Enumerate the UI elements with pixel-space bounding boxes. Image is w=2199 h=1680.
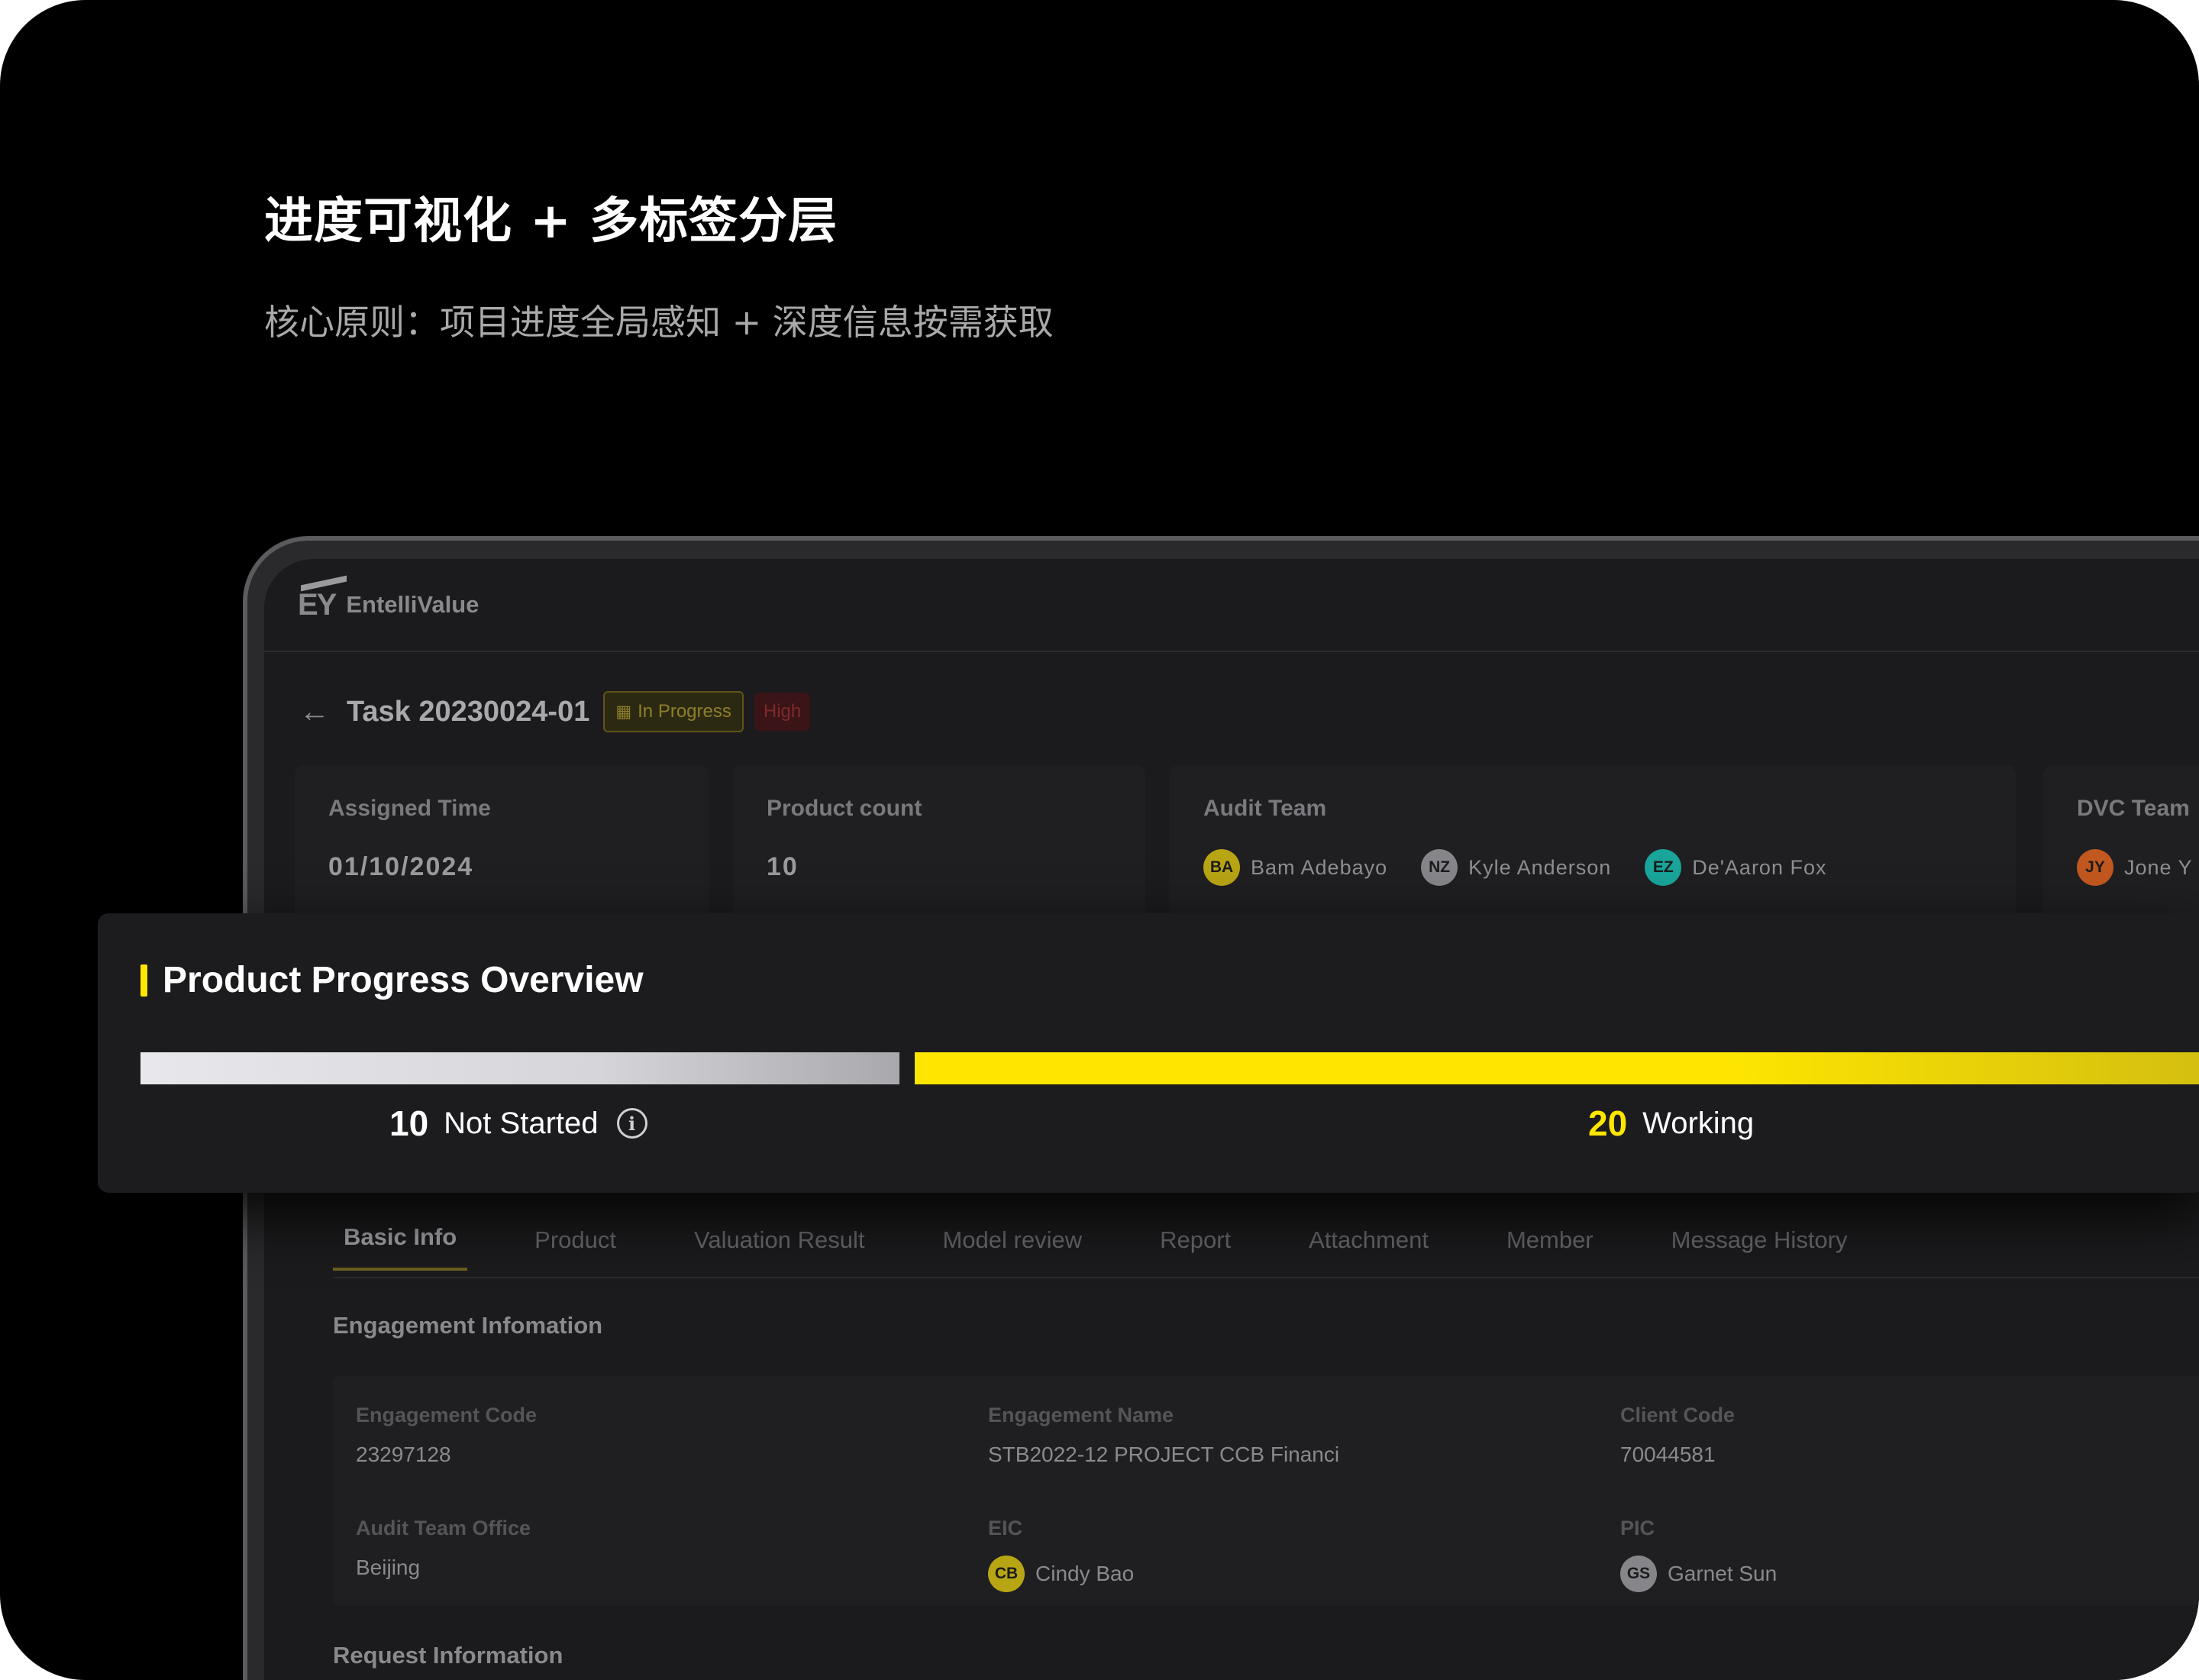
info-icon[interactable]: i	[616, 1108, 647, 1139]
field-label: Audit Team Office	[356, 1517, 531, 1539]
field-value: STB2022-12 PROJECT CCB Financi	[988, 1443, 1340, 1466]
tab-member[interactable]: Member	[1496, 1226, 1604, 1271]
field-value: 70044581	[1620, 1443, 1716, 1466]
tab-attachment[interactable]: Attachment	[1298, 1226, 1439, 1271]
field-label: Engagement Code	[356, 1404, 538, 1426]
tab-model-review[interactable]: Model review	[932, 1226, 1093, 1271]
assigned-time-value: 01/10/2024	[328, 852, 474, 881]
team-member[interactable]: BA Bam Adebayo	[1203, 849, 1387, 886]
tab-valuation-result[interactable]: Valuation Result	[683, 1226, 875, 1271]
task-header: ← Task 20230024-01 ▦ In Progress High	[299, 689, 811, 735]
back-arrow-icon[interactable]: ←	[299, 695, 330, 729]
hero-subtitle: 核心原则：项目进度全局感知 + 深度信息按需获取	[264, 302, 1054, 343]
tab-product[interactable]: Product	[524, 1226, 627, 1271]
tab-message-history[interactable]: Message History	[1661, 1226, 1858, 1271]
task-title: Task 20230024-01	[347, 695, 590, 728]
client-code-field: Client Code 70044581	[1620, 1404, 1735, 1467]
eic-person[interactable]: CB Cindy Bao	[988, 1556, 1134, 1592]
calendar-icon: ▦	[615, 702, 632, 721]
progress-header: Product Progress Overview	[140, 959, 644, 1001]
working-legend: 20 Working	[1588, 1103, 1754, 1144]
priority-badge: High	[754, 693, 811, 731]
field-label: Engagement Name	[988, 1404, 1174, 1426]
engagement-section-title: Engagement Infomation	[333, 1312, 603, 1339]
avatar: NZ	[1421, 849, 1458, 886]
presentation-canvas: 进度可视化 + 多标签分层 核心原则：项目进度全局感知 + 深度信息按需获取 E…	[0, 0, 2199, 1680]
not-started-label: Not Started	[444, 1106, 599, 1140]
dvc-team-members: JY Jone Y	[2077, 849, 2199, 886]
working-count: 20	[1588, 1103, 1628, 1143]
member-name: Bam Adebayo	[1251, 855, 1388, 879]
field-label: EIC	[988, 1517, 1023, 1539]
app-name: EntelliValue	[346, 591, 480, 618]
avatar: EZ	[1645, 849, 1682, 886]
top-bar: EY EntelliValue	[264, 559, 2199, 652]
field-label: Client Code	[1620, 1404, 1736, 1426]
tab-basic-info[interactable]: Basic Info	[333, 1223, 468, 1271]
field-value: Beijing	[356, 1556, 421, 1579]
pic-field: PIC GS Garnet Sun	[1620, 1517, 1777, 1592]
working-label: Working	[1642, 1106, 1755, 1140]
product-count-value: 10	[767, 852, 799, 881]
title-accent-bar	[140, 964, 147, 997]
avatar: CB	[988, 1556, 1025, 1592]
engagement-info-block: Engagement Code 23297128 Engagement Name…	[333, 1376, 2199, 1605]
tab-bar: Basic Info Product Valuation Result Mode…	[333, 1223, 1915, 1271]
member-name: Jone Y	[2124, 855, 2193, 879]
person-name: Garnet Sun	[1668, 1562, 1778, 1585]
status-badge: ▦ In Progress	[603, 691, 744, 732]
audit-team-label: Audit Team	[1203, 796, 1327, 821]
not-started-legend: 10 Not Started i	[389, 1103, 647, 1144]
team-member[interactable]: JY Jone Y	[2077, 849, 2193, 886]
audit-team-members: BA Bam Adebayo NZ Kyle Anderson EZ De'Aa…	[1203, 849, 1982, 886]
ey-logo[interactable]: EY	[298, 588, 337, 622]
engagement-name-field: Engagement Name STB2022-12 PROJECT CCB F…	[988, 1404, 1339, 1467]
working-progress-bar[interactable]	[915, 1052, 2199, 1084]
team-member[interactable]: NZ Kyle Anderson	[1421, 849, 1611, 886]
audit-team-office-field: Audit Team Office Beijing	[356, 1517, 531, 1580]
avatar: JY	[2077, 849, 2113, 886]
engagement-code-field: Engagement Code 23297128	[356, 1404, 537, 1467]
hero-title: 进度可视化 + 多标签分层	[264, 193, 838, 250]
progress-title: Product Progress Overview	[163, 960, 644, 1000]
person-name: Cindy Bao	[1035, 1562, 1135, 1585]
avatar: GS	[1620, 1556, 1657, 1592]
field-value: 23297128	[356, 1443, 451, 1466]
member-name: Kyle Anderson	[1468, 855, 1612, 879]
dvc-team-label: DVC Team	[2077, 796, 2190, 821]
member-name: De'Aaron Fox	[1692, 855, 1827, 879]
status-badge-label: In Progress	[638, 701, 731, 722]
field-label: PIC	[1620, 1517, 1655, 1539]
team-member[interactable]: EZ De'Aaron Fox	[1645, 849, 1826, 886]
tab-divider	[333, 1277, 2199, 1278]
pic-person[interactable]: GS Garnet Sun	[1620, 1556, 1777, 1592]
avatar: BA	[1203, 849, 1240, 886]
request-section-title: Request Information	[333, 1642, 563, 1669]
not-started-count: 10	[389, 1103, 429, 1143]
product-progress-card: Product Progress Overview 10 Not Started…	[98, 913, 2199, 1193]
tab-report[interactable]: Report	[1149, 1226, 1242, 1271]
eic-field: EIC CB Cindy Bao	[988, 1517, 1134, 1592]
product-count-label: Product count	[767, 796, 922, 821]
not-started-progress-bar[interactable]	[140, 1052, 899, 1084]
assigned-time-label: Assigned Time	[328, 796, 491, 821]
